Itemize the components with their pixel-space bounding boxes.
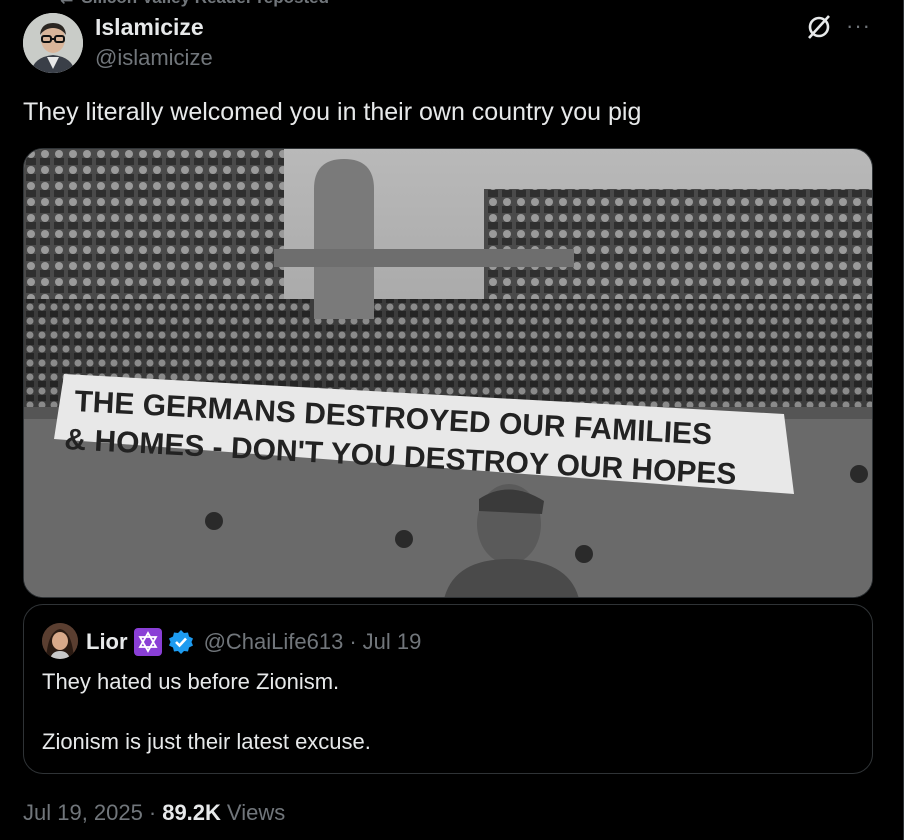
author-name[interactable]: Islamicize (95, 14, 204, 41)
tweet-photo[interactable]: THE GERMANS DESTROYED OUR FAMILIES & HOM… (23, 148, 873, 598)
quoted-tweet[interactable]: Lior @ChaiLife613 · Jul 19 They hated us… (23, 604, 873, 774)
separator-dot: · (349, 629, 357, 654)
views-label: Views (226, 800, 286, 825)
tweet-text: They literally welcomed you in their own… (23, 98, 642, 126)
repost-label: Silicon Valley Reader reposted (81, 0, 329, 8)
verified-badge-icon (168, 629, 194, 655)
quoted-header: Lior @ChaiLife613 · Jul 19 (86, 627, 421, 657)
quoted-author-handle[interactable]: @ChaiLife613 (204, 629, 344, 655)
tweet-meta: Jul 19, 2025 · 89.2K Views (23, 800, 285, 826)
quoted-date[interactable]: Jul 19 (363, 629, 422, 655)
repost-indicator[interactable]: ⇄ Silicon Valley Reader reposted (60, 0, 329, 8)
quoted-paragraph: They hated us before Zionism. (42, 669, 340, 694)
photo-image: THE GERMANS DESTROYED OUR FAMILIES & HOM… (24, 149, 872, 597)
quoted-author-name[interactable]: Lior (86, 629, 128, 655)
separator-dot: · (148, 800, 157, 825)
quoted-avatar[interactable] (42, 623, 78, 659)
quoted-paragraph: Zionism is just their latest excuse. (42, 729, 371, 754)
tweet-timestamp[interactable]: Jul 19, 2025 (23, 800, 143, 826)
views-count: 89.2K (162, 800, 221, 825)
author-handle[interactable]: @islamicize (95, 45, 213, 71)
repost-icon: ⇄ (60, 0, 73, 8)
quoted-text: They hated us before Zionism. Zionism is… (42, 667, 852, 787)
star-of-david-icon (133, 628, 162, 656)
avatar[interactable] (23, 13, 83, 73)
tweet-detail: ⇄ Silicon Valley Reader reposted Islamic… (0, 0, 904, 840)
grok-icon[interactable] (804, 12, 834, 42)
more-icon[interactable]: ··· (846, 15, 872, 37)
